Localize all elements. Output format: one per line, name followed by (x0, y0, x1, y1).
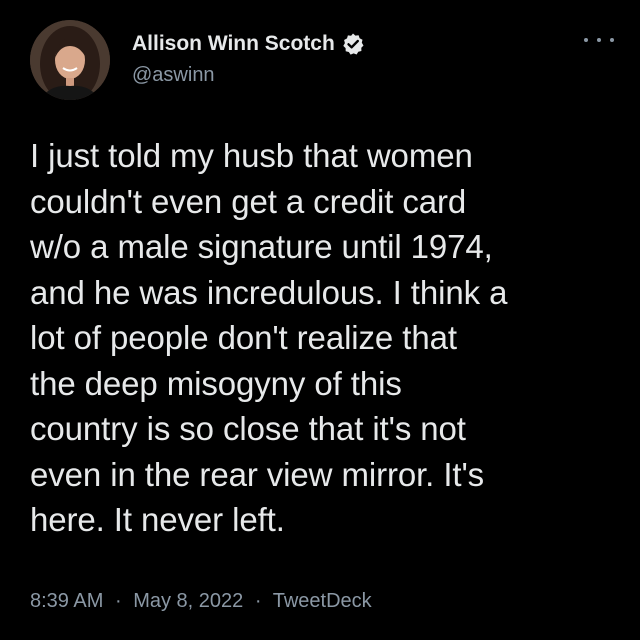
meta-separator: · (114, 590, 122, 612)
author-name-row[interactable]: Allison Winn Scotch (132, 32, 365, 56)
more-dot (597, 38, 601, 42)
more-dot (610, 38, 614, 42)
avatar[interactable] (30, 20, 110, 100)
profile-photo-icon (30, 20, 110, 100)
tweet-meta: 8:39 AM · May 8, 2022 · TweetDeck (30, 590, 372, 613)
more-options-icon[interactable] (584, 30, 614, 50)
tweet-text-line: and he was incredulous. I think a (30, 273, 508, 311)
display-name[interactable]: Allison Winn Scotch (132, 32, 335, 56)
tweet-time[interactable]: 8:39 AM (30, 590, 103, 612)
more-dot (584, 38, 588, 42)
tweet-card: Allison Winn Scotch @aswinn I just told … (0, 0, 640, 640)
tweet-text-line: here. It never left. (30, 501, 285, 538)
tweet-text-line: country is so close that it's not (30, 410, 466, 447)
tweet-text-line: I just told my husb that women (30, 137, 473, 174)
verified-badge-icon (341, 32, 365, 56)
tweet-source-link[interactable]: TweetDeck (273, 590, 372, 612)
tweet-text-line: the deep misogyny of this (30, 364, 402, 402)
tweet-text: I just told my husb that women couldn't … (30, 133, 620, 543)
tweet-text-line: lot of people don't realize that (30, 319, 457, 356)
tweet-text-line: couldn't even get a credit card (30, 182, 467, 220)
tweet-text-line: even in the rear view mirror. It's (30, 455, 485, 493)
meta-separator: · (254, 590, 262, 612)
tweet-text-line: w/o a male signature until 1974, (30, 228, 493, 265)
author-handle[interactable]: @aswinn (132, 64, 215, 87)
tweet-date[interactable]: May 8, 2022 (133, 590, 243, 612)
